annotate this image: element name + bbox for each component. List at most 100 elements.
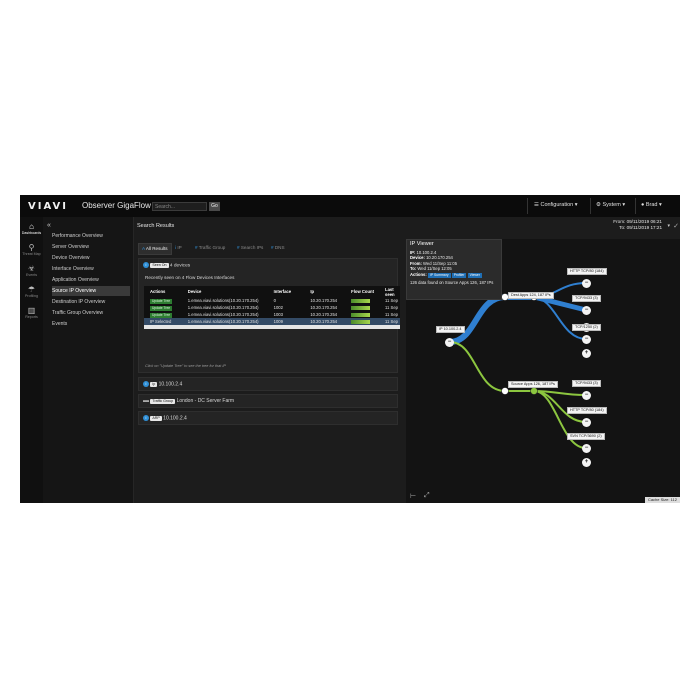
user-label: Brad <box>645 202 658 208</box>
source-leaf-label[interactable]: TCP/9433 (3) <box>572 380 601 387</box>
gear-icon: ⚙ <box>596 202 601 208</box>
viavi-logo[interactable]: VIAVI <box>28 201 68 212</box>
reports-icon: ▥ <box>27 306 36 315</box>
seen-on-row: i Seen On 4 devices <box>143 262 190 269</box>
update-tree-button[interactable]: Update Tree <box>150 312 173 318</box>
dest-apps-label[interactable]: Dest Apps 124, 187 IPs <box>508 292 554 299</box>
chevron-down-icon[interactable]: ▾ <box>667 223 670 229</box>
collapse-node-icon[interactable]: − <box>582 279 591 288</box>
dest-leaf-label[interactable]: HTTP TCP/80 (184) <box>567 268 607 275</box>
tab-icon: i <box>175 245 177 250</box>
viewer-button[interactable]: Viewer <box>467 272 482 278</box>
divider <box>527 198 528 214</box>
tab-traffic-group[interactable]: # Traffic Group <box>192 243 228 253</box>
collapse-node-icon[interactable]: − <box>582 418 591 427</box>
action-cell: Update Tree <box>144 297 186 304</box>
collapse-node-icon[interactable]: − <box>582 444 591 453</box>
result-label: London - DC Server Farm <box>176 398 235 404</box>
col-last-seen[interactable]: Last seen <box>383 286 400 297</box>
flow-count-bar <box>351 305 371 310</box>
check-icon[interactable]: ✓ <box>673 222 679 230</box>
expand-node-icon[interactable]: + <box>582 458 591 467</box>
table-scrollbar[interactable] <box>144 325 400 329</box>
tree-layout-icon[interactable]: ⊢ <box>410 492 416 500</box>
col-ip[interactable]: Ip <box>308 286 349 297</box>
nav-profiling[interactable]: ☂ Profiling <box>20 285 43 298</box>
date-range[interactable]: From: 09/11/2019 06:21 To: 09/11/2019 17… <box>613 219 662 230</box>
value: Wed 11/Sep 12:05 <box>417 266 452 272</box>
nav-dashboards[interactable]: ⌂ Dashboards <box>20 222 43 235</box>
submenu-item[interactable]: Events <box>52 319 130 329</box>
col-flow-count[interactable]: Flow Count <box>349 286 383 297</box>
submenu-item[interactable]: Interface Overview <box>52 264 130 274</box>
result-row: i ip 10.100.2.4 <box>143 381 182 388</box>
ip-selected-label: IP Selected <box>150 319 172 324</box>
collapse-node-icon[interactable]: − <box>582 391 591 400</box>
submenu-item[interactable]: Performance Overview <box>52 231 130 241</box>
submenu-item[interactable]: Device Overview <box>52 253 130 263</box>
submenu-item[interactable]: Source IP Overview <box>52 286 130 296</box>
update-tree-hint: Click on "Update Tree" to see the tree f… <box>145 364 226 368</box>
expand-node-icon[interactable]: + <box>582 349 591 358</box>
nav-events[interactable]: ☣ Events <box>20 264 43 277</box>
action-cell: Update Tree <box>144 304 186 311</box>
expand-view-icon[interactable]: ⤢ <box>424 492 430 500</box>
configuration-menu[interactable]: ☰ Configuration ▾ <box>534 202 577 208</box>
user-menu[interactable]: ● Brad ▾ <box>641 202 662 208</box>
col-actions[interactable]: Actions <box>144 286 186 297</box>
nav-reports[interactable]: ▥ Reports <box>20 306 43 319</box>
result-ip-card[interactable]: i ip 10.100.2.4 <box>138 377 398 391</box>
go-button[interactable]: Go <box>209 202 220 211</box>
root-ip-label[interactable]: IP 10.100.2.4 <box>436 326 465 333</box>
key: From: <box>410 260 422 266</box>
table-row[interactable]: Update Tree 1.emea.viavi.solutions(10.20.… <box>144 297 400 304</box>
submenu-item[interactable]: Server Overview <box>52 242 130 252</box>
device-cell: 1.emea.viavi.solutions(10.20.170.254) <box>187 305 259 310</box>
system-menu[interactable]: ⚙ System ▾ <box>596 202 625 208</box>
action-cell: IP Selected <box>144 318 186 325</box>
collapse-icon[interactable]: « <box>47 222 51 229</box>
col-device[interactable]: Device <box>186 286 272 297</box>
dest-leaf-label[interactable]: TCP/9433 (3) <box>572 295 601 302</box>
device-cell: 1.emea.viavi.solutions(10.20.170.254) <box>187 298 259 303</box>
table-row[interactable]: IP Selected 1.emea.viavi.solutions(10.20.… <box>144 318 400 325</box>
table-row[interactable]: Update Tree 1.emea.viavi.solutions(10.20.… <box>144 304 400 311</box>
collapse-node-icon[interactable]: − <box>582 306 591 315</box>
key: To: <box>410 266 417 272</box>
tab-ip[interactable]: i IP <box>172 243 185 253</box>
tab-search-ips[interactable]: # Search IPs <box>234 243 266 253</box>
source-leaf-label[interactable]: SVN TCP/3690 (2) <box>567 433 605 440</box>
table-row[interactable]: Update Tree 1.emea.viavi.solutions(10.20.… <box>144 311 400 318</box>
source-apps-label[interactable]: Source Apps 126, 187 IPs <box>508 381 558 388</box>
collapse-node-icon[interactable]: − <box>445 338 454 347</box>
flow-count-bar <box>351 312 371 317</box>
source-leaf-label[interactable]: HTTP TCP/80 (184) <box>567 407 607 414</box>
profiler-button[interactable]: Profiler <box>451 272 467 278</box>
ip-summary-button[interactable]: IP Summary <box>427 272 451 278</box>
dest-leaf-label[interactable]: TCP/1250 (2) <box>572 324 601 331</box>
nav-threat-map[interactable]: ⚲ Threat Map <box>20 243 43 256</box>
col-interface[interactable]: Interface <box>272 286 309 297</box>
tree-node[interactable] <box>530 387 538 395</box>
tree-node[interactable] <box>501 387 509 395</box>
tab-dns[interactable]: # DNS <box>268 243 288 253</box>
device-cell: 1.emea.viavi.solutions(10.20.170.254) <box>185 318 272 325</box>
submenu-item[interactable]: Traffic Group Overview <box>52 308 130 318</box>
submenu-item[interactable]: Application Overview <box>52 275 130 285</box>
collapse-node-icon[interactable]: − <box>582 335 591 344</box>
submenu-item[interactable]: Destination IP Overview <box>52 297 130 307</box>
search-input[interactable]: Search... <box>152 202 207 211</box>
update-tree-button[interactable]: Update Tree <box>150 305 173 311</box>
update-tree-button[interactable]: Update Tree <box>150 298 173 304</box>
tab-all-results[interactable]: A All Results <box>138 243 172 255</box>
tab-icon: # <box>237 245 240 250</box>
dashboard-submenu: « Performance Overview Server Overview Dev… <box>43 217 134 503</box>
configuration-label: Configuration <box>540 202 574 208</box>
last-seen-cell: 11 Sep <box>385 305 398 310</box>
result-traffic-group-card[interactable]: ▬ Traffic Group London - DC Server Farm <box>138 394 398 408</box>
server-icon: ▬ <box>143 398 149 404</box>
top-bar: VIAVI Observer GigaFlow Search... Go ☰ C… <box>20 195 680 218</box>
recent-text: Recently seen on 4 Flow Devices Interfac… <box>145 275 235 280</box>
result-arp-card[interactable]: i ARP 10.100.2.4 <box>138 411 398 425</box>
scrollbar-track[interactable] <box>144 325 400 329</box>
